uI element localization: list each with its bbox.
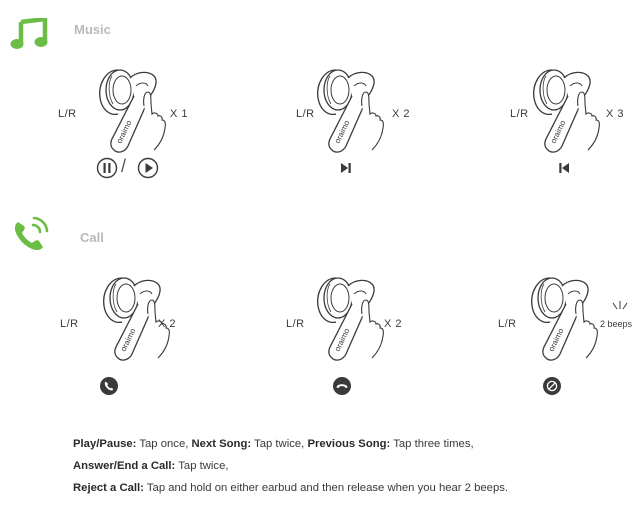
end-call-icon[interactable] bbox=[333, 377, 351, 395]
instructions-line-1: Play/Pause: Tap once, Next Song: Tap twi… bbox=[73, 433, 633, 455]
instruction-text: Tap twice, bbox=[251, 438, 308, 450]
tap-count-label: X 2 bbox=[392, 108, 411, 120]
tap-count-label: 2 beeps bbox=[600, 319, 633, 329]
side-label: L/R bbox=[60, 318, 79, 330]
instruction-text: Tap once, bbox=[136, 438, 192, 450]
pause-icon[interactable] bbox=[96, 157, 118, 179]
previous-track-icon[interactable] bbox=[558, 162, 570, 174]
instruction-label: Next Song: bbox=[191, 438, 252, 450]
music-note-icon bbox=[10, 18, 48, 49]
instructions-text: Play/Pause: Tap once, Next Song: Tap twi… bbox=[73, 433, 633, 499]
phone-call-icon bbox=[14, 216, 49, 251]
next-track-icon[interactable] bbox=[340, 162, 352, 174]
tap-count-label: X 2 bbox=[158, 318, 177, 330]
control-separator: / bbox=[121, 156, 127, 176]
earbud-illustration: oraimo bbox=[306, 62, 402, 162]
tap-count-label: X 1 bbox=[170, 108, 189, 120]
earbud-illustration: oraimo bbox=[522, 62, 618, 162]
side-label: L/R bbox=[286, 318, 305, 330]
tap-count-label: X 2 bbox=[384, 318, 403, 330]
instruction-label: Answer/End a Call: bbox=[73, 460, 176, 472]
instruction-label: Play/Pause: bbox=[73, 438, 137, 450]
side-label: L/R bbox=[296, 108, 315, 120]
reject-call-icon[interactable] bbox=[543, 377, 561, 395]
music-section-title: Music bbox=[74, 22, 111, 37]
answer-call-icon[interactable] bbox=[100, 377, 118, 395]
instructions-line-3: Reject a Call: Tap and hold on either ea… bbox=[73, 477, 633, 499]
side-label: L/R bbox=[510, 108, 529, 120]
beep-indicator-icon bbox=[612, 301, 628, 310]
side-label: L/R bbox=[498, 318, 517, 330]
instructions-line-2: Answer/End a Call: Tap twice, bbox=[73, 455, 633, 477]
play-icon[interactable] bbox=[137, 157, 159, 179]
instruction-text: Tap three times, bbox=[390, 438, 474, 450]
tap-count-label: X 3 bbox=[606, 108, 625, 120]
instruction-text: Tap twice, bbox=[175, 460, 229, 472]
instruction-label: Reject a Call: bbox=[73, 482, 144, 494]
earbud-hand-tap-icon: oraimo bbox=[317, 69, 384, 153]
instruction-text: Tap and hold on either earbud and then r… bbox=[143, 482, 509, 494]
side-label: L/R bbox=[58, 108, 77, 120]
call-section-title: Call bbox=[80, 230, 104, 245]
instruction-label: Previous Song: bbox=[307, 438, 391, 450]
earbud-hand-tap-icon: oraimo bbox=[533, 69, 600, 153]
